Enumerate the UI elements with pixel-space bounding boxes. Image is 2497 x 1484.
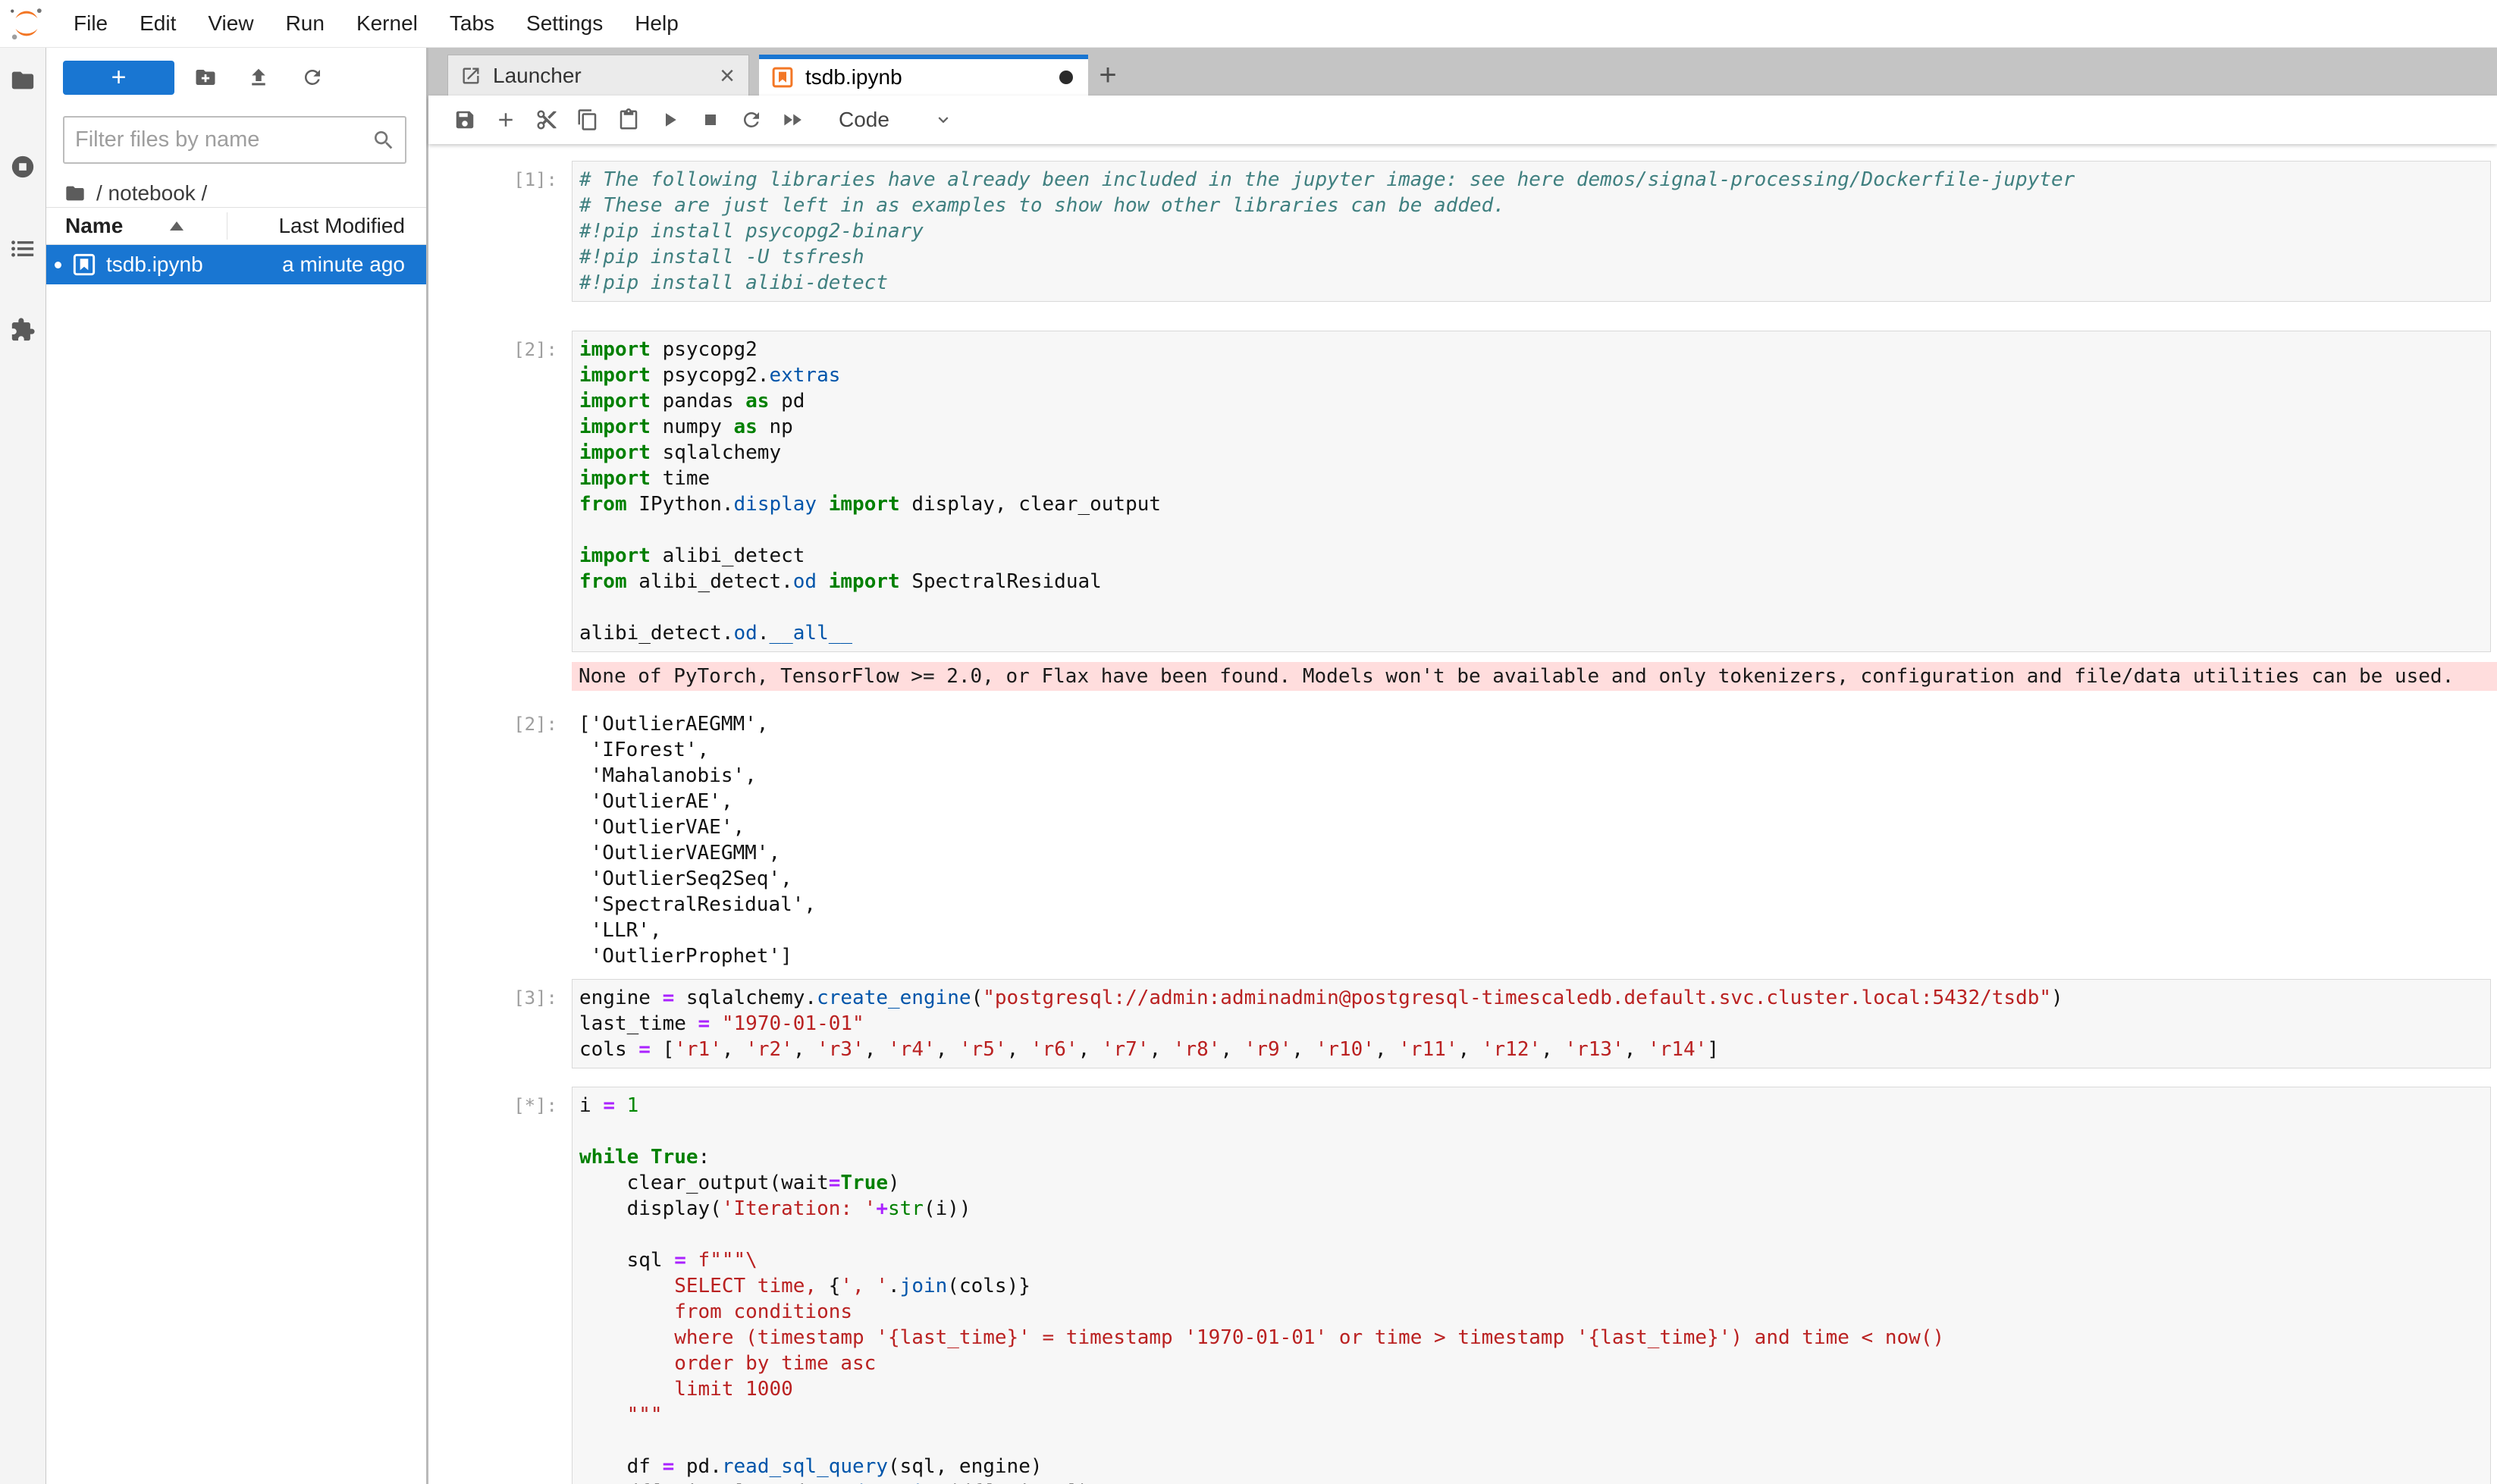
code-cell-4: [*]: i = 1 while True: clear_output(wait… [428, 1087, 2497, 1484]
breadcrumb[interactable]: / notebook / [64, 182, 426, 205]
search-icon [372, 128, 396, 152]
table-of-contents-icon[interactable] [10, 236, 36, 262]
add-tab-button[interactable]: + [1088, 55, 1128, 96]
unsaved-bullet-icon [55, 262, 61, 268]
file-list-header: Name Last Modified [46, 207, 426, 245]
activity-bar [0, 48, 46, 1484]
file-browser-icon[interactable] [10, 67, 36, 93]
file-name: tsdb.ipynb [106, 253, 203, 277]
menu-settings[interactable]: Settings [510, 0, 619, 47]
menu-tabs[interactable]: Tabs [434, 0, 510, 47]
menu-run[interactable]: Run [270, 0, 340, 47]
code-cell-1: [1]: # The following libraries have alre… [428, 161, 2497, 302]
restart-kernel-icon[interactable] [731, 102, 772, 137]
code-cell-3: [3]: engine = sqlalchemy.create_engine("… [428, 979, 2497, 1068]
running-kernels-icon[interactable] [10, 154, 36, 180]
tab-launcher[interactable]: Launcher × [447, 55, 749, 96]
refresh-icon[interactable] [296, 61, 329, 94]
menu-file[interactable]: File [58, 0, 124, 47]
output-text: ['OutlierAEGMM', 'IForest', 'Mahalanobis… [572, 711, 2497, 969]
menu-items: File Edit View Run Kernel Tabs Settings … [58, 0, 695, 47]
filter-files-input[interactable] [64, 127, 365, 152]
add-cell-icon[interactable] [485, 102, 526, 137]
cell-prompt: [*]: [428, 1087, 572, 1118]
stop-icon[interactable] [690, 102, 731, 137]
chevron-down-icon [933, 110, 953, 130]
tab-label: tsdb.ipynb [805, 65, 1059, 89]
close-icon[interactable]: × [718, 63, 736, 89]
run-all-icon[interactable] [772, 102, 813, 137]
new-launcher-button[interactable]: + [63, 61, 174, 95]
jupyter-logo-icon [8, 5, 45, 42]
notebook-file-icon [72, 253, 96, 277]
cell-editor[interactable]: engine = sqlalchemy.create_engine("postg… [572, 979, 2491, 1068]
new-folder-icon[interactable] [189, 61, 222, 94]
filter-files-box [63, 116, 406, 164]
cell-prompt: [2]: [428, 331, 572, 362]
menu-edit[interactable]: Edit [124, 0, 192, 47]
cell-prompt: [1]: [428, 161, 572, 193]
cell-editor[interactable]: import psycopg2import psycopg2.extrasimp… [572, 331, 2491, 652]
dock-tab-bar: Launcher × tsdb.ipynb + [428, 47, 2497, 96]
menu-help[interactable]: Help [619, 0, 695, 47]
code-cell-2: [2]: import psycopg2import psycopg2.extr… [428, 331, 2497, 652]
file-browser-toolbar: + [46, 48, 426, 95]
copy-icon[interactable] [567, 102, 608, 137]
unsaved-changes-icon[interactable] [1059, 71, 1073, 84]
stderr-output: None of PyTorch, TensorFlow >= 2.0, or F… [428, 662, 2497, 691]
main-dock-panel: Launcher × tsdb.ipynb + [428, 47, 2497, 1484]
cut-icon[interactable] [526, 102, 567, 137]
paste-icon[interactable] [608, 102, 649, 137]
tab-tsdb-notebook[interactable]: tsdb.ipynb [759, 55, 1088, 96]
file-row-tsdb[interactable]: tsdb.ipynb a minute ago [46, 245, 426, 284]
cell-editor[interactable]: # The following libraries have already b… [572, 161, 2491, 302]
sort-ascending-icon [170, 221, 184, 231]
cell-type-dropdown[interactable]: Code [839, 108, 953, 132]
menu-kernel[interactable]: Kernel [340, 0, 434, 47]
tab-label: Launcher [493, 64, 718, 88]
cell-type-value: Code [839, 108, 889, 132]
output-prompt: [2]: [428, 711, 572, 737]
home-folder-icon[interactable] [64, 183, 86, 204]
cell-prompt: [3]: [428, 979, 572, 1011]
file-modified: a minute ago [282, 253, 405, 277]
execute-result-output: [2]: ['OutlierAEGMM', 'IForest', 'Mahala… [428, 711, 2497, 969]
menu-bar: File Edit View Run Kernel Tabs Settings … [0, 0, 2497, 48]
column-name[interactable]: Name [65, 214, 123, 238]
run-icon[interactable] [649, 102, 690, 137]
column-last-modified[interactable]: Last Modified [278, 214, 405, 238]
launcher-icon [460, 65, 482, 86]
extensions-icon[interactable] [10, 317, 36, 343]
save-icon[interactable] [444, 102, 485, 137]
notebook-icon [771, 66, 794, 89]
upload-icon[interactable] [242, 61, 275, 94]
file-browser-panel: + / notebook / Name Last Modified [46, 48, 428, 1484]
warning-text: None of PyTorch, TensorFlow >= 2.0, or F… [572, 662, 2497, 691]
notebook-content: [1]: # The following libraries have alre… [428, 144, 2497, 1484]
cell-editor[interactable]: i = 1 while True: clear_output(wait=True… [572, 1087, 2491, 1484]
notebook-toolbar: Code [428, 96, 2497, 144]
breadcrumb-path: / notebook / [96, 181, 207, 206]
menu-view[interactable]: View [192, 0, 269, 47]
